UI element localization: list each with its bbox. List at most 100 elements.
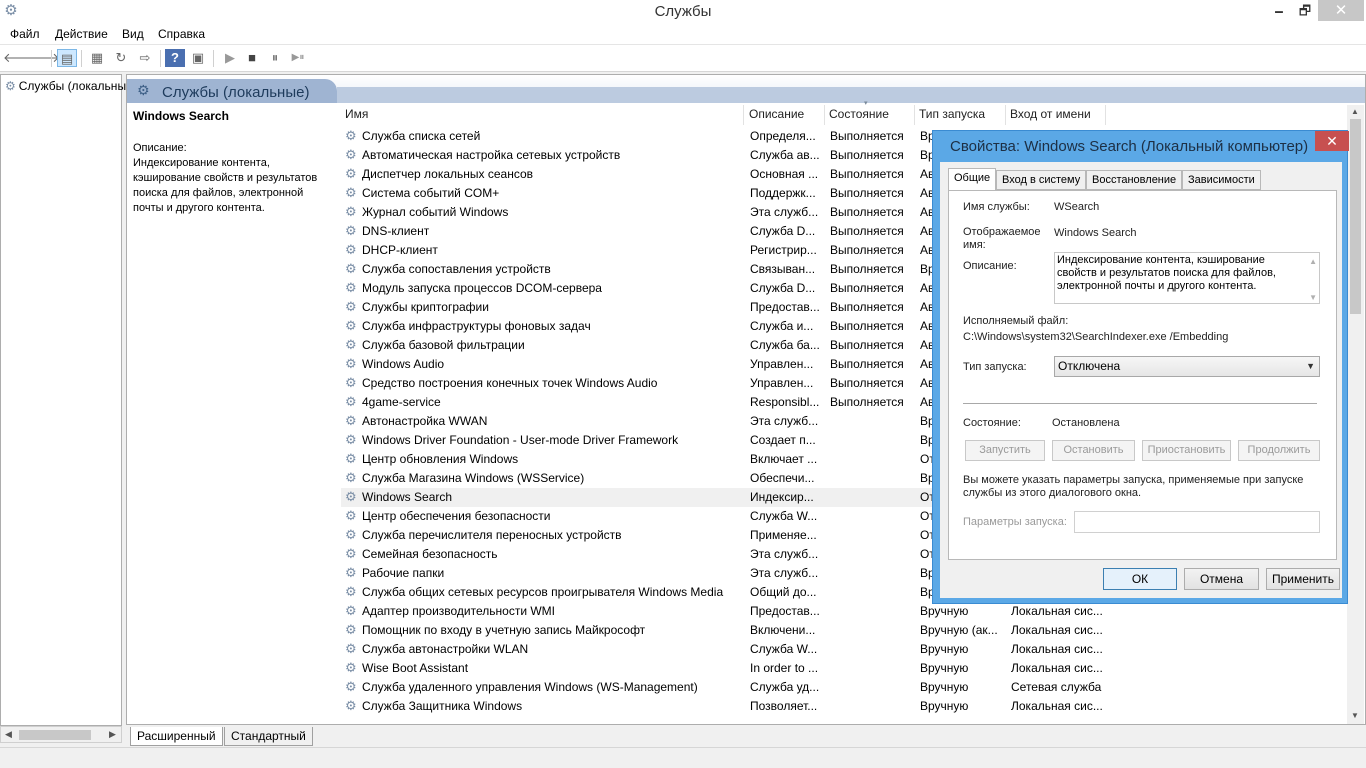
- scroll-thumb[interactable]: [1350, 119, 1361, 314]
- tab-standard[interactable]: Стандартный: [224, 727, 313, 746]
- description-label: Описание:: [963, 260, 1017, 272]
- tab-dependencies[interactable]: Зависимости: [1182, 170, 1261, 190]
- tree-horizontal-scrollbar[interactable]: ◀ ▶: [0, 726, 122, 743]
- title-bar: ⚙ Службы 🗕 🗗 ✕: [0, 0, 1366, 23]
- service-name: Автоматическая настройка сетевых устройс…: [362, 148, 621, 162]
- description-textarea[interactable]: Индексирование контента, кэширование сво…: [1054, 252, 1320, 304]
- scroll-down-icon[interactable]: ▼: [1351, 711, 1359, 720]
- apply-button[interactable]: Применить: [1266, 568, 1340, 590]
- service-description: Responsibl...: [750, 395, 820, 409]
- gear-icon: ⚙: [345, 584, 357, 599]
- state-label: Состояние:: [963, 417, 1021, 429]
- service-row[interactable]: ⚙ Помощник по входу в учетную запись Майк…: [341, 621, 1341, 640]
- service-description: Служба ав...: [750, 148, 820, 162]
- status-bar: [0, 747, 1366, 768]
- tree-item-services-local[interactable]: ⚙ Службы (локальные): [5, 79, 137, 93]
- gear-icon: ⚙: [137, 82, 150, 98]
- gear-icon: ⚙: [345, 641, 357, 656]
- scroll-up-icon[interactable]: ▲: [1351, 107, 1359, 116]
- column-header-logon[interactable]: Вход от имени: [1006, 105, 1106, 125]
- service-state: Выполняется: [830, 186, 904, 200]
- scroll-down-icon[interactable]: ▼: [1309, 291, 1317, 304]
- minimize-button[interactable]: 🗕: [1266, 0, 1292, 21]
- gear-icon: ⚙: [345, 147, 357, 162]
- properties-icon[interactable]: ▦: [87, 49, 107, 67]
- tab-recovery[interactable]: Восстановление: [1086, 170, 1183, 190]
- start-params-input[interactable]: [1074, 511, 1320, 533]
- refresh-icon[interactable]: ↻: [111, 49, 131, 67]
- column-header-state[interactable]: Состояние: [825, 105, 915, 125]
- column-header-startup-type[interactable]: Тип запуска: [915, 105, 1006, 125]
- service-row[interactable]: ⚙ Адаптер производительности WMI Предостав…: [341, 602, 1341, 621]
- service-row[interactable]: ⚙ Wise Boot Assistant In order to ... Вручн…: [341, 659, 1341, 678]
- service-logon: Локальная сис...: [1011, 699, 1103, 713]
- service-name: Windows Audio: [362, 357, 445, 371]
- pause-button[interactable]: Приостановить: [1142, 440, 1231, 461]
- service-name: Служба автонастройки WLAN: [362, 642, 529, 656]
- stop-button[interactable]: Остановить: [1052, 440, 1135, 461]
- service-description: Применяе...: [750, 528, 817, 542]
- menu-file[interactable]: Файл: [10, 27, 40, 41]
- service-state: Выполняется: [830, 129, 904, 143]
- service-name: Адаптер производительности WMI: [362, 604, 556, 618]
- menu-action[interactable]: Действие: [55, 27, 108, 41]
- executable-label: Исполняемый файл:: [963, 315, 1069, 327]
- scroll-left-icon[interactable]: ◀: [5, 727, 12, 742]
- back-arrow-icon[interactable]: 🡐: [3, 49, 38, 67]
- start-service-icon[interactable]: ▶: [220, 49, 240, 67]
- service-name: Журнал событий Windows: [362, 205, 509, 219]
- scroll-thumb[interactable]: [19, 730, 91, 740]
- forward-arrow-icon[interactable]: 🡒: [25, 49, 60, 67]
- service-row[interactable]: ⚙ Служба удаленного управления Windows (W…: [341, 678, 1341, 697]
- menu-help[interactable]: Справка: [158, 27, 205, 41]
- maximize-button[interactable]: 🗗: [1292, 0, 1318, 21]
- view-tabs: Расширенный Стандартный: [126, 726, 1366, 747]
- ok-button[interactable]: ОК: [1103, 568, 1177, 590]
- show-tree-icon[interactable]: ▤: [57, 49, 77, 67]
- service-description: Служба ба...: [750, 338, 820, 352]
- menu-view[interactable]: Вид: [122, 27, 144, 41]
- stop-service-icon[interactable]: ■: [242, 49, 262, 67]
- column-header-description[interactable]: Описание: [745, 105, 825, 125]
- toolbar-separator: [81, 50, 82, 67]
- service-state: Выполняется: [830, 357, 904, 371]
- cancel-button[interactable]: Отмена: [1184, 568, 1259, 590]
- panel-header: ⚙ Службы (локальные): [127, 75, 1365, 103]
- gear-icon: ⚙: [345, 451, 357, 466]
- gear-icon: ⚙: [345, 527, 357, 542]
- export-list-icon[interactable]: ⇨: [135, 49, 155, 67]
- dialog-close-button[interactable]: ✕: [1315, 131, 1349, 151]
- service-state: Выполняется: [830, 205, 904, 219]
- pause-service-icon[interactable]: ⏸: [265, 49, 285, 67]
- service-state: Выполняется: [830, 148, 904, 162]
- gear-icon: ⚙: [345, 166, 357, 181]
- close-button[interactable]: ✕: [1318, 0, 1364, 21]
- start-button[interactable]: Запустить: [965, 440, 1045, 461]
- tab-general[interactable]: Общие: [948, 168, 997, 191]
- gear-icon: ⚙: [345, 261, 357, 276]
- tab-extended[interactable]: Расширенный: [130, 727, 223, 746]
- services-vertical-scrollbar[interactable]: ▲ ▼: [1347, 105, 1364, 724]
- restart-service-icon[interactable]: ▶⏸: [284, 49, 312, 67]
- service-description: Служба уд...: [750, 680, 820, 694]
- service-name: Служба сопоставления устройств: [362, 262, 551, 276]
- scroll-right-icon[interactable]: ▶: [109, 727, 116, 742]
- service-name: Служба удаленного управления Windows (WS…: [362, 680, 698, 694]
- column-header-name[interactable]: Имя: [341, 105, 744, 125]
- service-row[interactable]: ⚙ Служба автонастройки WLAN Служба W... Вру…: [341, 640, 1341, 659]
- console-icon[interactable]: ▣: [188, 49, 208, 67]
- service-description: Включени...: [750, 623, 816, 637]
- service-name: DNS-клиент: [362, 224, 430, 238]
- service-row[interactable]: ⚙ Служба Защитника Windows Позволяет... Вру…: [341, 697, 1341, 716]
- service-state: Выполняется: [830, 300, 904, 314]
- selected-service-name: Windows Search: [133, 109, 229, 123]
- startup-type-select[interactable]: Отключена ▼: [1054, 356, 1320, 377]
- help-icon[interactable]: ?: [165, 49, 185, 67]
- tab-logon[interactable]: Вход в систему: [996, 170, 1087, 190]
- service-state: Выполняется: [830, 167, 904, 181]
- service-description: Эта служб...: [750, 547, 819, 561]
- scroll-up-icon[interactable]: ▲: [1309, 255, 1317, 268]
- display-name-label: Отображаемое имя:: [963, 226, 1041, 251]
- gear-icon: ⚙: [345, 242, 357, 257]
- resume-button[interactable]: Продолжить: [1238, 440, 1320, 461]
